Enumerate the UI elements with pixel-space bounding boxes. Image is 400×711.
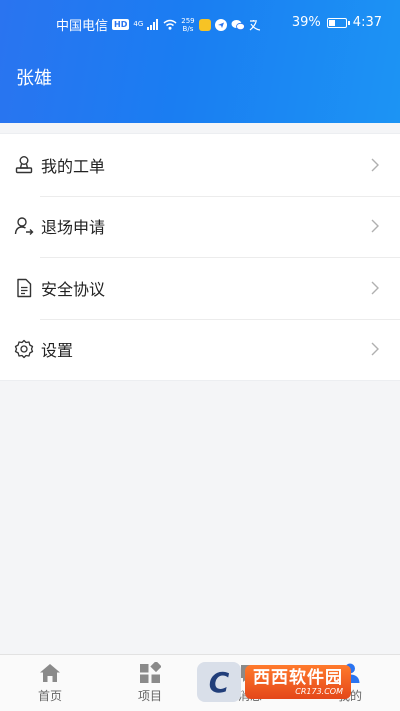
- watermark-main-text: 西西软件园: [253, 667, 343, 688]
- tab-label: 首页: [37, 689, 62, 703]
- menu-item-work-orders[interactable]: 我的工单: [0, 134, 400, 196]
- notification-app-icon: [198, 18, 211, 31]
- clock: 4:37: [352, 15, 382, 30]
- tab-projects[interactable]: 项目: [100, 655, 200, 711]
- speed-unit: B/s: [182, 24, 194, 33]
- notification-send-icon: [214, 18, 227, 31]
- menu-item-label: 我的工单: [41, 156, 106, 176]
- menu-item-label: 安全协议: [41, 279, 106, 299]
- menu-item-label: 退场申请: [41, 218, 106, 238]
- gear-icon: [14, 340, 34, 359]
- person-stamp-icon: [15, 155, 33, 173]
- status-right: 39% 4:37: [292, 15, 382, 30]
- header: 中国电信 HD 4G 259 B/s 39% 4:37 张雄: [0, 0, 400, 123]
- home-icon: [40, 664, 60, 682]
- battery-icon: [326, 17, 350, 28]
- menu-item-settings[interactable]: 设置: [0, 318, 400, 381]
- menu-item-exit-request[interactable]: 退场申请: [0, 195, 400, 258]
- watermark: C 西西软件园 CR173.COM: [197, 661, 382, 703]
- menu-item-label: 设置: [41, 341, 74, 361]
- watermark-sub-text: CR173.COM: [295, 686, 343, 696]
- hd-badge: HD: [112, 19, 130, 30]
- tab-home[interactable]: 首页: [0, 655, 100, 711]
- signal-icon: [147, 19, 159, 30]
- chevron-right-icon: [371, 219, 379, 233]
- chevron-right-icon: [371, 342, 379, 356]
- chevron-right-icon: [371, 281, 379, 295]
- grid-icon: [140, 662, 161, 683]
- tab-label: 项目: [137, 689, 162, 703]
- menu-list: 我的工单 退场申请 安全协议 设置: [0, 133, 400, 381]
- menu-item-safety-agreement[interactable]: 安全协议: [0, 257, 400, 319]
- user-name: 张雄: [16, 68, 52, 89]
- battery-fill: [328, 19, 335, 26]
- translate-icon: [249, 19, 260, 31]
- status-left: 中国电信 HD 4G 259 B/s: [56, 15, 262, 34]
- carrier-label: 中国电信: [56, 19, 109, 34]
- speed-value: 259: [181, 16, 195, 25]
- wifi-icon: [163, 19, 177, 30]
- person-exit-icon: [14, 217, 34, 236]
- wechat-icon: [231, 19, 245, 30]
- watermark-badge: 西西软件园 CR173.COM: [245, 665, 351, 699]
- document-icon: [17, 278, 32, 297]
- network-type: 4G: [133, 20, 144, 28]
- status-bar: 中国电信 HD 4G 259 B/s 39% 4:37: [0, 12, 400, 36]
- network-speed: 259 B/s: [181, 17, 194, 33]
- watermark-logo: C: [197, 662, 241, 702]
- screen: 中国电信 HD 4G 259 B/s 39% 4:37 张雄 我的工单 退场申请…: [0, 0, 400, 711]
- chevron-right-icon: [371, 158, 379, 172]
- battery-percent: 39%: [291, 15, 321, 30]
